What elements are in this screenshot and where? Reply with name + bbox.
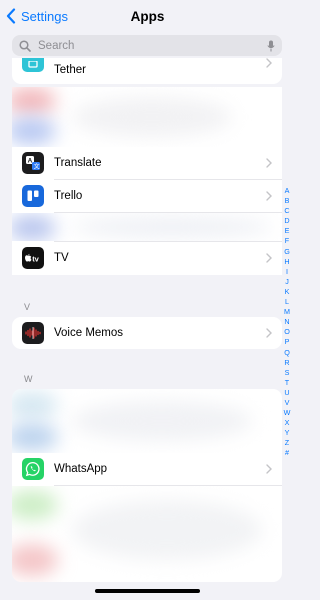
svg-text:文: 文 bbox=[34, 162, 40, 170]
list-item-label: WhatsApp bbox=[54, 463, 108, 475]
index-letter[interactable]: P bbox=[285, 337, 290, 347]
list-item-voice-memos[interactable]: Voice Memos bbox=[12, 317, 282, 349]
search-input[interactable] bbox=[38, 39, 267, 52]
svg-text:A: A bbox=[28, 158, 33, 165]
list-item-label: Voice Memos bbox=[54, 327, 124, 339]
index-letter[interactable]: F bbox=[285, 236, 289, 246]
index-letter[interactable]: S bbox=[285, 368, 290, 378]
index-letter[interactable]: C bbox=[284, 206, 289, 216]
index-letter[interactable]: M bbox=[284, 307, 290, 317]
search-bar[interactable] bbox=[12, 35, 282, 56]
index-letter[interactable]: A bbox=[285, 186, 290, 196]
list-item-tether[interactable]: Tether bbox=[12, 58, 282, 84]
section-header-v: V bbox=[24, 302, 31, 312]
list-item-label: Translate bbox=[54, 157, 102, 169]
index-letter[interactable]: V bbox=[285, 398, 290, 408]
index-letter[interactable]: N bbox=[284, 317, 289, 327]
chevron-right-icon bbox=[266, 191, 272, 201]
apps-w-group: WhatsApp bbox=[12, 389, 282, 582]
tether-icon bbox=[22, 58, 44, 72]
blurred-row bbox=[12, 486, 282, 582]
list-item-label: TV bbox=[54, 252, 69, 264]
index-letter[interactable]: X bbox=[285, 418, 290, 428]
voice-memos-icon bbox=[22, 322, 44, 344]
index-letter[interactable]: H bbox=[284, 257, 289, 267]
blurred-row bbox=[12, 213, 282, 241]
blurred-row bbox=[12, 87, 282, 147]
translate-icon: A文 bbox=[22, 152, 44, 174]
section-index[interactable]: A B C D E F G H I J K L M N O P Q R S T U V W X Y Z # bbox=[282, 186, 292, 459]
index-letter[interactable]: J bbox=[285, 277, 289, 287]
index-letter[interactable]: O bbox=[284, 327, 290, 337]
index-letter[interactable]: T bbox=[285, 378, 289, 388]
index-letter[interactable]: B bbox=[285, 196, 290, 206]
microphone-icon[interactable] bbox=[267, 40, 275, 52]
list-item-trello[interactable]: Trello bbox=[12, 180, 282, 212]
chevron-right-icon bbox=[266, 464, 272, 474]
partial-list-group: Tether bbox=[12, 58, 282, 84]
page-title: Apps bbox=[130, 9, 165, 24]
list-item-label: Tether bbox=[54, 64, 86, 76]
index-letter[interactable]: W bbox=[284, 408, 291, 418]
list-item-label: Trello bbox=[54, 190, 83, 202]
list-item-translate[interactable]: A文 Translate bbox=[12, 147, 282, 179]
chevron-right-icon bbox=[266, 58, 272, 68]
index-letter[interactable]: Z bbox=[285, 438, 289, 448]
apps-t-group: A文 Translate Trello tv TV bbox=[12, 87, 282, 275]
chevron-right-icon bbox=[266, 253, 272, 263]
apple-tv-icon: tv bbox=[22, 247, 44, 269]
section-header-w: W bbox=[24, 374, 33, 384]
index-letter[interactable]: Q bbox=[284, 348, 290, 358]
chevron-right-icon bbox=[266, 328, 272, 338]
svg-text:tv: tv bbox=[32, 254, 39, 263]
home-indicator[interactable] bbox=[95, 589, 200, 593]
apps-v-group: Voice Memos bbox=[12, 317, 282, 349]
search-icon bbox=[19, 39, 31, 52]
index-letter[interactable]: # bbox=[285, 448, 289, 458]
navigation-bar: Settings Apps bbox=[0, 0, 295, 32]
list-item-whatsapp[interactable]: WhatsApp bbox=[12, 453, 282, 485]
blurred-row bbox=[12, 389, 282, 453]
index-letter[interactable]: U bbox=[284, 388, 289, 398]
index-letter[interactable]: G bbox=[284, 247, 290, 257]
index-letter[interactable]: R bbox=[284, 358, 289, 368]
index-letter[interactable]: D bbox=[284, 216, 289, 226]
whatsapp-icon bbox=[22, 458, 44, 480]
index-letter[interactable]: L bbox=[285, 297, 289, 307]
chevron-right-icon bbox=[266, 158, 272, 168]
index-letter[interactable]: E bbox=[285, 226, 290, 236]
trello-icon bbox=[22, 185, 44, 207]
index-letter[interactable]: Y bbox=[285, 428, 290, 438]
list-item-tv[interactable]: tv TV bbox=[12, 242, 282, 274]
index-letter[interactable]: I bbox=[286, 267, 288, 277]
index-letter[interactable]: K bbox=[285, 287, 290, 297]
